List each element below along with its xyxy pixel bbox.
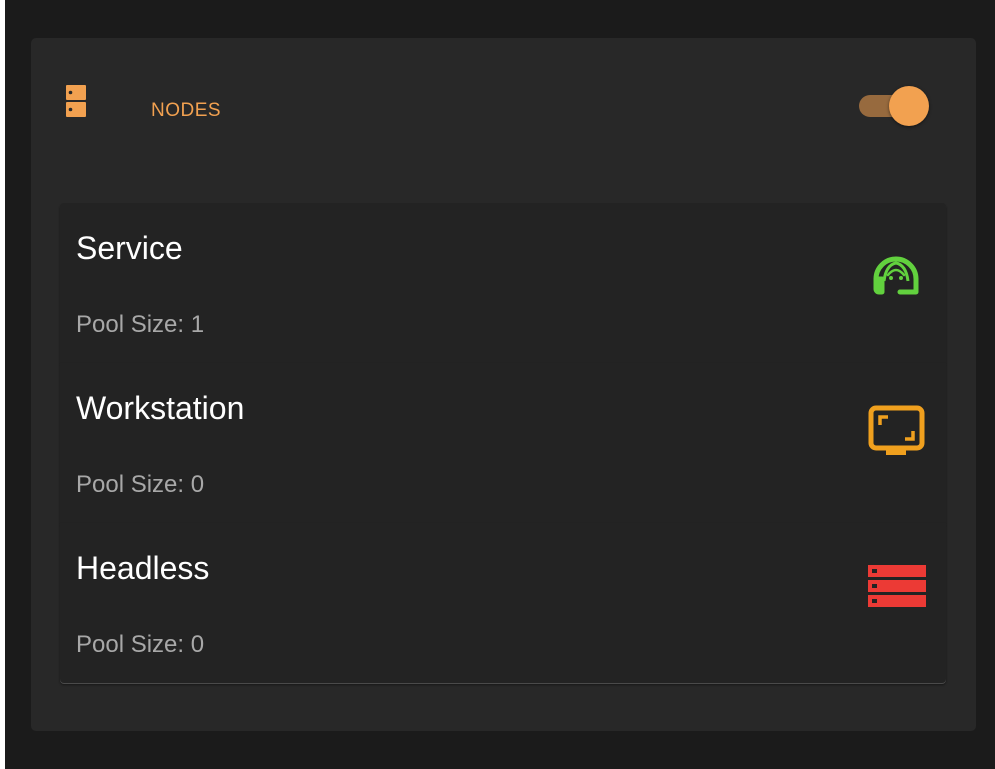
monitor-icon	[866, 405, 926, 461]
node-title: Workstation	[76, 390, 245, 426]
nodes-toggle[interactable]	[859, 86, 931, 126]
page: NODES Service Pool Size: 1 Workstation P…	[0, 0, 995, 769]
node-title: Headless	[76, 550, 210, 586]
toggle-thumb	[889, 86, 929, 126]
server-icon	[66, 85, 86, 121]
panel-title: NODES	[151, 100, 222, 121]
node-pool-size: Pool Size: 1	[76, 311, 205, 338]
node-pool-size: Pool Size: 0	[76, 631, 205, 658]
node-item-headless[interactable]: Headless Pool Size: 0	[60, 523, 946, 683]
node-pool-size: Pool Size: 0	[76, 471, 205, 498]
node-item-workstation[interactable]: Workstation Pool Size: 0	[60, 363, 946, 523]
panel-header: NODES	[31, 38, 976, 188]
server-rack-icon	[866, 565, 926, 621]
node-title: Service	[76, 230, 183, 266]
left-edge	[0, 0, 5, 769]
node-list: Service Pool Size: 1 Workstation Pool Si…	[60, 203, 946, 683]
nodes-panel: NODES Service Pool Size: 1 Workstation P…	[31, 38, 976, 731]
node-item-service[interactable]: Service Pool Size: 1	[60, 203, 946, 363]
headset-support-icon	[866, 245, 926, 301]
